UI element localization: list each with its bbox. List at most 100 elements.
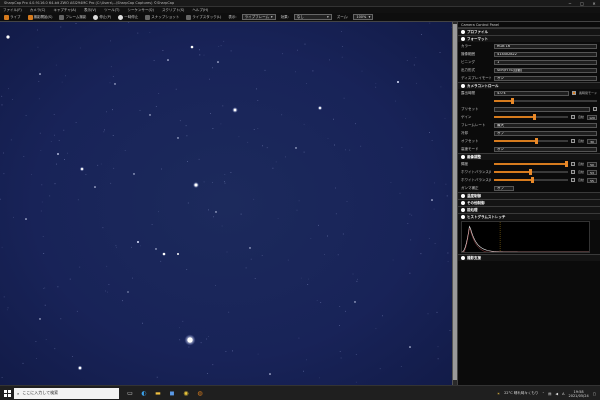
- highspeed-select[interactable]: オン: [494, 146, 597, 152]
- edge-icon[interactable]: ◐: [139, 388, 149, 398]
- noise-pixel: [282, 53, 283, 55]
- section-format[interactable]: フォーマット: [458, 35, 600, 42]
- section-camera-control[interactable]: カメラコントロール: [458, 82, 600, 89]
- output-format-select[interactable]: SER/FITS(自動): [494, 67, 597, 73]
- slider-knob[interactable]: [530, 177, 534, 183]
- wb-red-slider[interactable]: [494, 169, 568, 175]
- menu-view[interactable]: 表示(V): [84, 8, 96, 13]
- color-space-select[interactable]: RGB 16: [494, 43, 597, 49]
- binning-select[interactable]: 1: [494, 59, 597, 65]
- histogram-display[interactable]: [461, 221, 590, 253]
- offset-slider[interactable]: [494, 138, 568, 144]
- menu-scripting[interactable]: スクリプト(S): [162, 8, 184, 13]
- gain-input[interactable]: 120: [587, 114, 597, 120]
- volume-icon[interactable]: ◀: [555, 392, 558, 396]
- taskbar-clock[interactable]: 19:58 2021/05/24: [569, 390, 589, 398]
- noise-pixel: [116, 246, 117, 248]
- window-title: SharpCap Pro 4.0.9116.0 64-bit ZWO ASI29…: [4, 1, 175, 5]
- noise-pixel: [162, 50, 164, 51]
- noise-pixel: [110, 182, 112, 184]
- menu-file[interactable]: ファイル(F): [3, 8, 22, 13]
- resolution-select[interactable]: 4144x2822: [494, 51, 597, 57]
- wb-red-auto-checkbox[interactable]: [570, 170, 575, 174]
- section-misc[interactable]: その他制御: [458, 199, 600, 206]
- section-camera-control-label: カメラコントロール: [467, 83, 499, 88]
- frame-capture-button[interactable]: フレーム撮影: [57, 14, 88, 20]
- maximize-button[interactable]: □: [576, 1, 588, 6]
- slider-knob[interactable]: [535, 138, 539, 144]
- slider-knob[interactable]: [533, 114, 537, 120]
- stop-button[interactable]: 停止(P): [91, 14, 113, 20]
- weather-icon[interactable]: ☀: [497, 392, 500, 396]
- noise-pixel: [295, 71, 296, 73]
- start-capture-button[interactable]: 撮影開始(S): [26, 14, 55, 20]
- gain-slider[interactable]: [494, 114, 568, 120]
- store-icon[interactable]: ◼: [167, 388, 177, 398]
- brightness-slider[interactable]: [494, 161, 568, 167]
- section-image-control[interactable]: 画像調整: [458, 153, 600, 160]
- cooler-select[interactable]: オフ: [494, 130, 597, 136]
- notification-icon[interactable]: ▢: [593, 392, 596, 396]
- menu-sequencer[interactable]: シーケンサー(Q): [128, 8, 154, 13]
- weather-text[interactable]: 22°C 晴れ時々くもり: [504, 391, 538, 396]
- snapshot-button[interactable]: スナップショット: [143, 14, 181, 20]
- chevron-up-icon[interactable]: ˄: [542, 392, 544, 396]
- long-exposure-checkbox[interactable]: [571, 91, 576, 95]
- explorer-icon[interactable]: ▬: [153, 388, 163, 398]
- display-mode-select[interactable]: オン: [494, 75, 597, 81]
- section-thermal[interactable]: 温度制御: [458, 192, 600, 199]
- live-image-viewer[interactable]: [0, 22, 452, 385]
- offset-input[interactable]: 30: [587, 138, 597, 144]
- offset-auto-checkbox[interactable]: [570, 139, 575, 143]
- brightness-input[interactable]: 50: [587, 161, 597, 167]
- menu-help[interactable]: ヘルプ(H): [192, 8, 208, 13]
- auto-label: 自動: [577, 178, 584, 182]
- wb-blue-slider[interactable]: [494, 177, 568, 183]
- exposure-input[interactable]: 4.0 s: [494, 90, 569, 96]
- minimize-button[interactable]: ─: [564, 1, 576, 6]
- wb-blue-input[interactable]: 55: [587, 177, 597, 183]
- preset-checkbox[interactable]: [593, 107, 597, 111]
- ime-icon[interactable]: A: [562, 392, 564, 396]
- wb-blue-auto-checkbox[interactable]: [570, 178, 575, 182]
- menu-camera[interactable]: カメラ(C): [30, 8, 46, 13]
- noise-pixel: [225, 351, 227, 352]
- frames-icon: [59, 14, 65, 20]
- brightness-auto-checkbox[interactable]: [570, 162, 575, 166]
- pause-button[interactable]: 一時停止: [116, 14, 140, 20]
- chevron-down-icon: ▾: [327, 15, 329, 19]
- noise-pixel: [400, 366, 402, 367]
- network-icon[interactable]: ▤: [548, 392, 551, 396]
- slider-knob[interactable]: [511, 98, 515, 104]
- exposure-slider[interactable]: [494, 98, 597, 104]
- live-stack-button[interactable]: ライブスタック(L): [184, 14, 223, 20]
- task-view-icon[interactable]: ▭: [125, 388, 135, 398]
- sharpcap-icon[interactable]: ◍: [195, 388, 205, 398]
- live-button[interactable]: ライブ: [2, 14, 23, 20]
- star: [133, 173, 135, 175]
- menu-tools[interactable]: ツール(T): [104, 8, 119, 13]
- wb-red-input[interactable]: 53: [587, 169, 597, 175]
- slider-knob[interactable]: [529, 169, 533, 175]
- framerate-select[interactable]: 最大: [494, 122, 597, 128]
- section-histogram[interactable]: ヒストグラムストレッチ: [458, 213, 600, 220]
- menu-capture[interactable]: キャプチャ(A): [53, 8, 76, 13]
- section-profile[interactable]: プロファイル: [458, 28, 600, 35]
- close-button[interactable]: ✕: [588, 1, 600, 6]
- noise-pixel: [55, 64, 57, 66]
- display-select[interactable]: ライブフレーム ▾: [241, 14, 276, 20]
- live-stack-label: ライブスタック(L): [192, 14, 222, 19]
- mode-select[interactable]: なし ▾: [293, 14, 332, 20]
- noise-pixel: [355, 381, 357, 383]
- gain-auto-checkbox[interactable]: [570, 115, 575, 119]
- chrome-icon[interactable]: ◉: [181, 388, 191, 398]
- slider-knob[interactable]: [565, 161, 568, 167]
- start-button[interactable]: [0, 389, 14, 397]
- section-preprocess[interactable]: 前処理: [458, 206, 600, 213]
- preset-select[interactable]: [494, 106, 590, 112]
- zoom-select[interactable]: 100% ▾: [353, 14, 374, 20]
- noise-pixel: [12, 99, 13, 100]
- gamma-select[interactable]: オフ: [494, 185, 514, 191]
- taskbar-search[interactable]: ⌕ ここに入力して検索: [14, 387, 119, 399]
- section-capture-tools[interactable]: 撮影支援: [458, 254, 600, 261]
